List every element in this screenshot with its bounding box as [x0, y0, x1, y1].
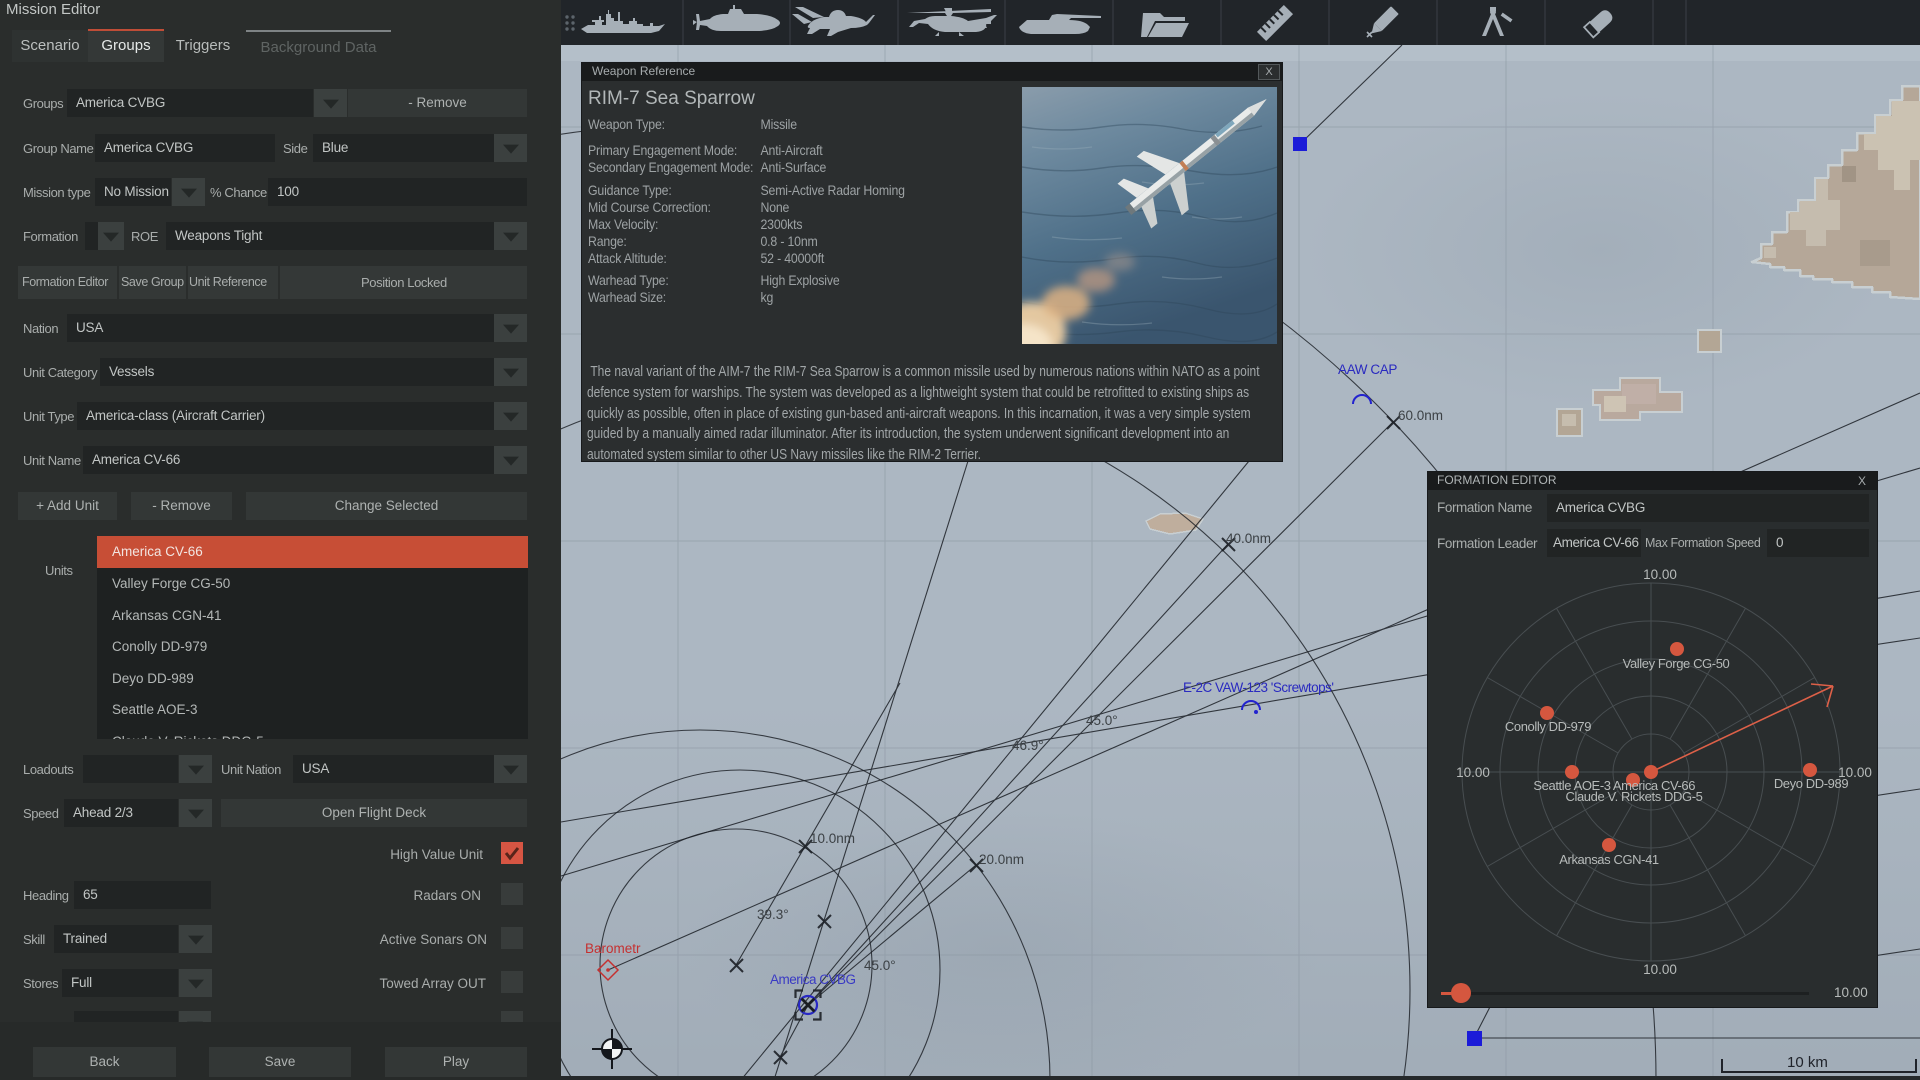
- svg-text:Barometr: Barometr: [585, 941, 641, 956]
- svg-text:Valley Forge CG-50: Valley Forge CG-50: [1623, 656, 1730, 671]
- svg-text:America CVBG: America CVBG: [770, 972, 856, 987]
- svg-text:20.0nm: 20.0nm: [979, 852, 1024, 867]
- svg-text:E-2C VAW-123 'Screwtops': E-2C VAW-123 'Screwtops': [1183, 680, 1333, 695]
- svg-text:Deyo DD-989: Deyo DD-989: [1774, 776, 1849, 791]
- svg-text:Conolly DD-979: Conolly DD-979: [1505, 719, 1591, 734]
- svg-text:45.0°: 45.0°: [864, 958, 896, 973]
- svg-text:10 km: 10 km: [1787, 1054, 1828, 1071]
- svg-text:40.0nm: 40.0nm: [1226, 531, 1271, 546]
- svg-text:10.00: 10.00: [1643, 962, 1677, 977]
- svg-text:10.0nm: 10.0nm: [810, 831, 855, 846]
- svg-text:10.00: 10.00: [1456, 765, 1490, 780]
- svg-text:Arkansas CGN-41: Arkansas CGN-41: [1559, 852, 1659, 867]
- svg-text:39.3°: 39.3°: [757, 907, 789, 922]
- svg-text:45.0°: 45.0°: [1086, 713, 1118, 728]
- svg-text:60.0nm: 60.0nm: [1398, 408, 1443, 423]
- svg-text:10.00: 10.00: [1643, 567, 1677, 582]
- svg-text:AAW CAP: AAW CAP: [1338, 362, 1397, 377]
- svg-text:Claude V. Rickets DDG-5: Claude V. Rickets DDG-5: [1566, 789, 1703, 804]
- svg-text:46.9°: 46.9°: [1012, 738, 1044, 753]
